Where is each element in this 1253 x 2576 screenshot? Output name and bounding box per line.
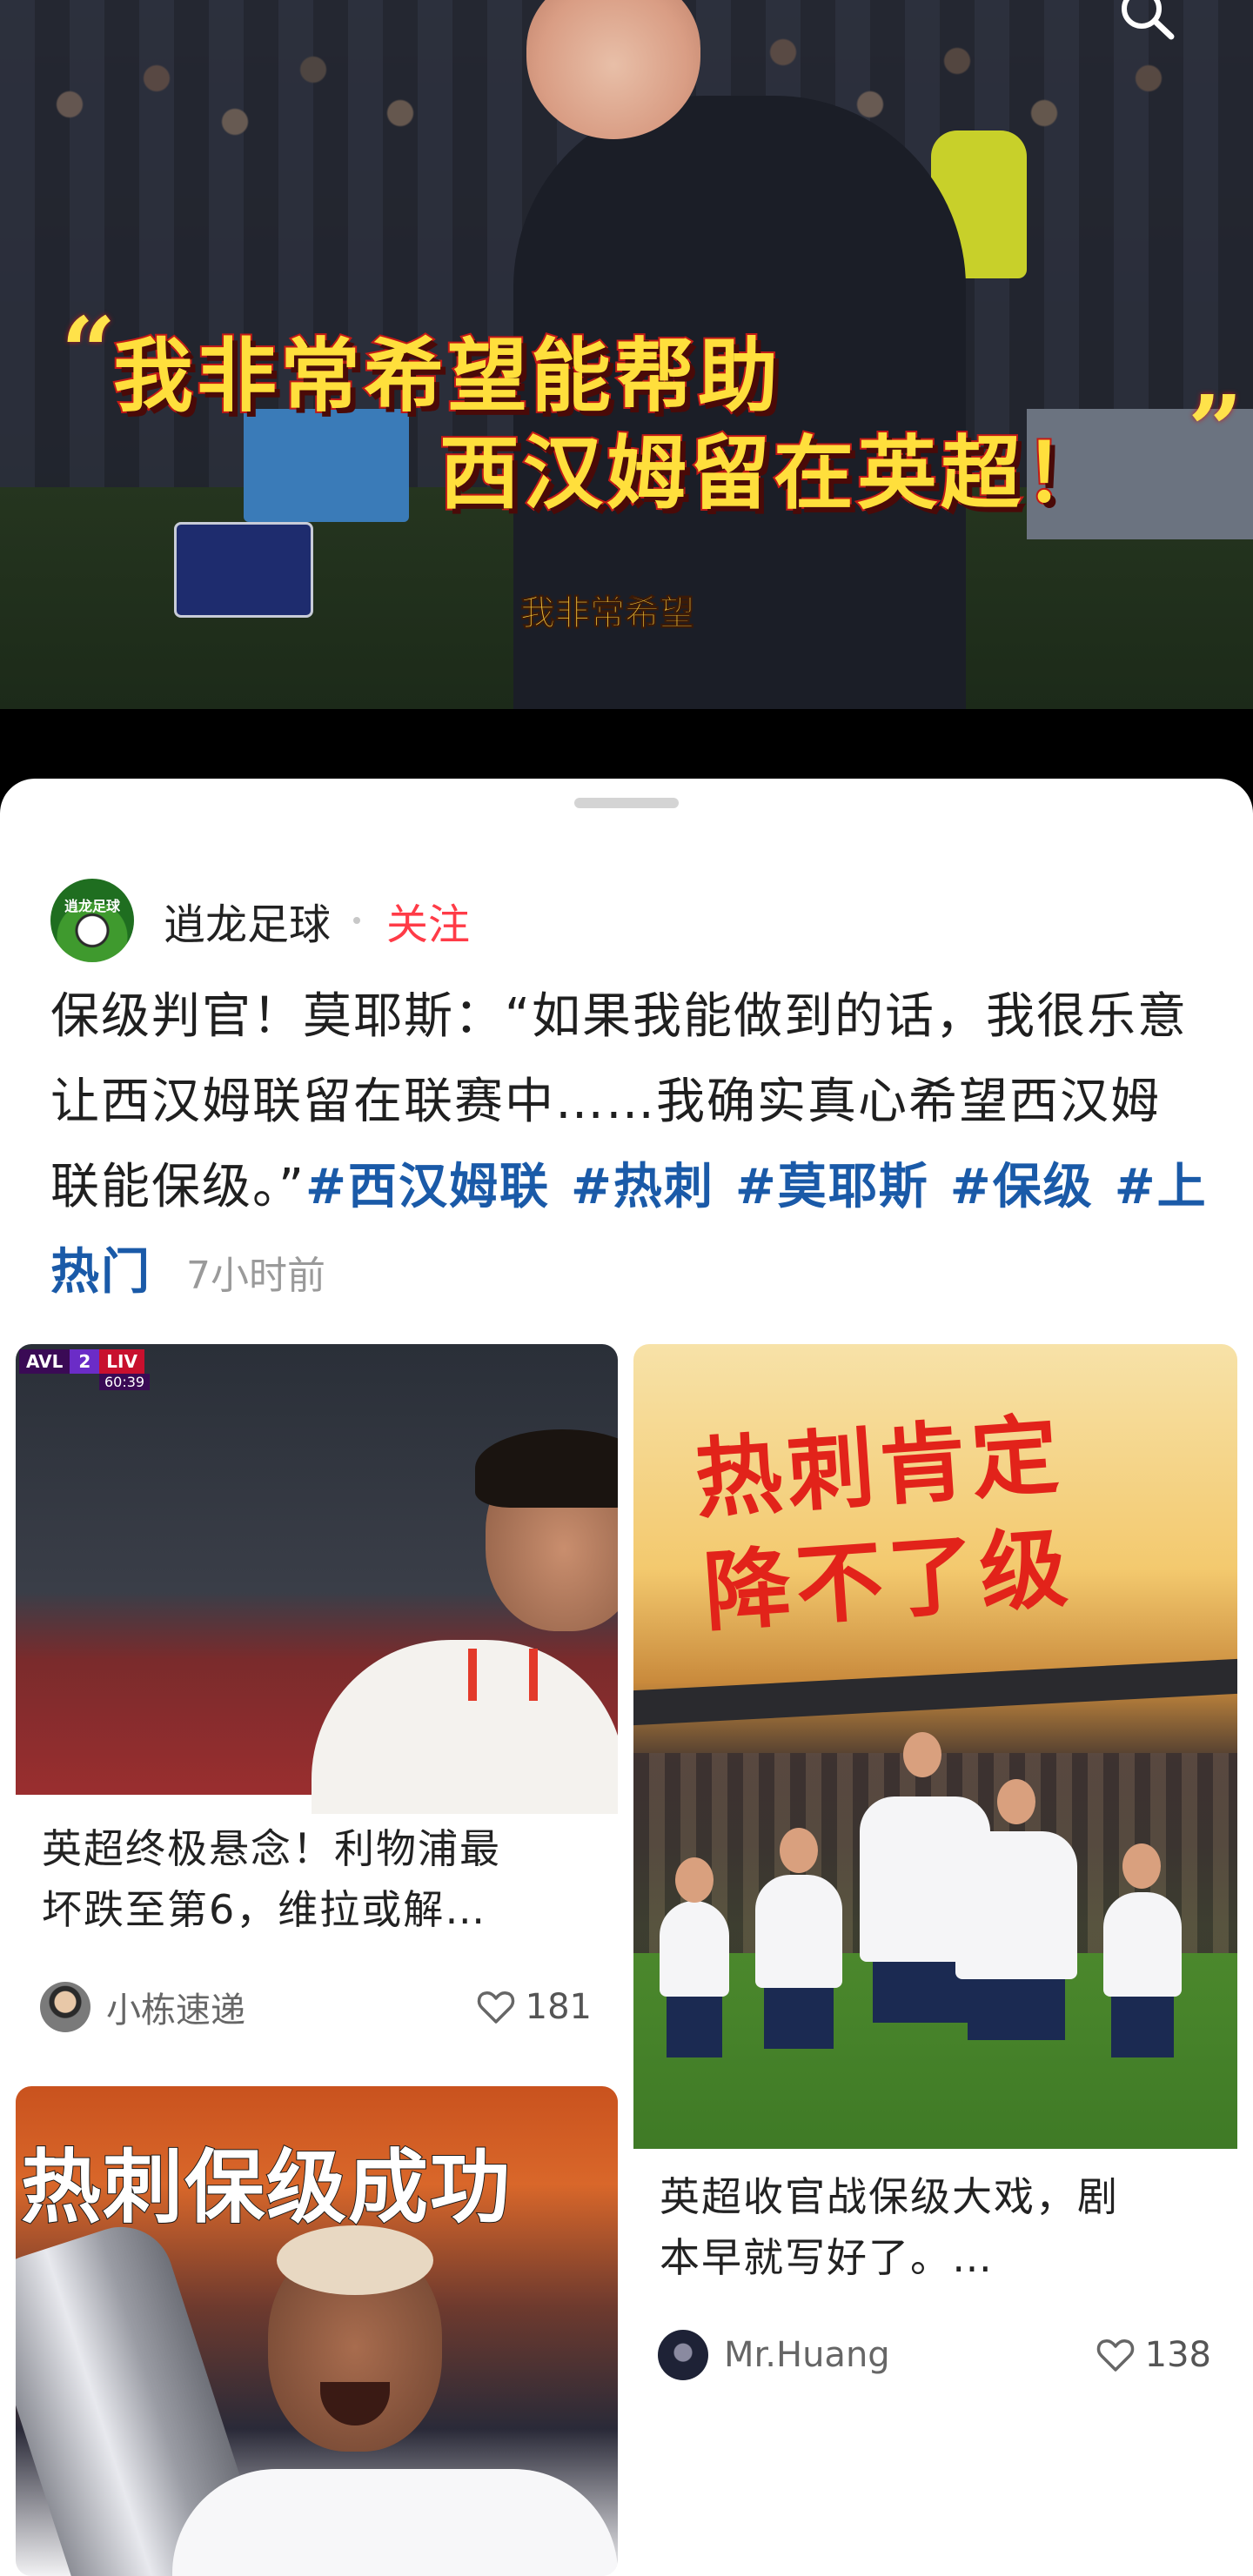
player-head xyxy=(675,1857,714,1903)
scorebug-score: 2 xyxy=(70,1349,100,1374)
scorebug-away: LIV xyxy=(99,1349,144,1374)
card-1-thumbnail: AVL 2 LIV 60:39 xyxy=(16,1344,618,1814)
hashtag-moyes-part2: 斯 xyxy=(878,1159,929,1215)
card-1-author[interactable]: 小栋速递 xyxy=(106,1982,475,2032)
card-3-thumbnail: 热刺保级成功 xyxy=(16,2086,618,2576)
card-1-meta: 小栋速递 181 xyxy=(40,1979,592,2035)
search-button[interactable] xyxy=(1107,0,1185,47)
avatar-logo-text: 逍龙足球 xyxy=(64,898,120,914)
card-2-caption-line2: 降不了级 xyxy=(700,1516,1076,1644)
hashtag-moyes-part1: #莫耶 xyxy=(734,1159,879,1215)
scorebug-home: AVL xyxy=(19,1349,70,1374)
feed-card-3[interactable]: 热刺保级成功 xyxy=(16,2086,618,2576)
card-2-title-line2: 本早就写好了。… xyxy=(660,2234,994,2281)
card-2-author[interactable]: Mr.Huang xyxy=(724,2335,1095,2375)
post-author-row: 逍龙足球 逍龙足球 关注 xyxy=(50,879,470,962)
author-avatar[interactable]: 逍龙足球 xyxy=(50,879,134,962)
feed-card-1[interactable]: AVL 2 LIV 60:39 英超终极悬念！利物浦最 坏跌至第6，维拉或解… … xyxy=(16,1344,618,2084)
search-icon xyxy=(1122,0,1175,40)
player-head xyxy=(997,1779,1035,1824)
scorebug: AVL 2 LIV xyxy=(19,1348,144,1375)
card-1-title-line2: 坏跌至第6，维拉或解… xyxy=(42,1886,487,1933)
player-figure xyxy=(1103,1892,1182,2057)
quote-close: ” xyxy=(1188,374,1243,486)
card-2-thumbnail: 热刺肯定 降不了级 xyxy=(633,1344,1237,2149)
hashtag-moyes[interactable]: #莫耶斯 xyxy=(735,1159,929,1215)
card-3-caption: 热刺保级成功 xyxy=(20,2140,513,2235)
player-hair xyxy=(475,1429,618,1508)
quote-open: “ xyxy=(61,296,117,408)
card-1-author-avatar[interactable] xyxy=(40,1982,90,2032)
player-head xyxy=(1122,1843,1161,1889)
card-2-author-avatar[interactable] xyxy=(658,2330,708,2380)
card-1-like-count: 181 xyxy=(525,1987,592,2027)
player-kit xyxy=(172,2469,618,2576)
player-figure xyxy=(660,1901,729,2057)
shirt-trim xyxy=(468,1649,538,1701)
hashtag-spurs[interactable]: #热刺 xyxy=(571,1159,714,1215)
player-head xyxy=(780,1828,818,1873)
sheet-drag-handle[interactable] xyxy=(574,798,679,808)
sideline-board xyxy=(174,522,313,618)
separator-dot xyxy=(353,917,361,924)
stadium-roof xyxy=(633,1658,1237,1726)
player-figure xyxy=(755,1875,842,2049)
player-figure xyxy=(955,1831,1077,2040)
card-2-title: 英超收官战保级大戏，剧 本早就写好了。… xyxy=(660,2166,1119,2288)
card-2-title-line1: 英超收官战保级大戏，剧 xyxy=(660,2173,1119,2220)
feed-card-2[interactable]: 热刺肯定 降不了级 英超收官战保级大戏，剧 本早就写好了。… Mr.Huang … xyxy=(633,1344,1237,2421)
author-name[interactable]: 逍龙足球 xyxy=(164,890,331,951)
video-headline-line2: 西汉姆留在英超！ xyxy=(438,425,1109,522)
scorebug-clock: 60:39 xyxy=(99,1374,151,1390)
post-body: 保级判官！莫耶斯：“如果我能做到的话，我很乐意让西汉姆联留在联赛中……我确实真心… xyxy=(50,974,1208,1319)
card-2-like-count: 138 xyxy=(1144,2335,1211,2375)
video-player[interactable]: “ 我非常希望能帮助 西汉姆留在英超！ ” 我非常希望 xyxy=(0,0,1253,709)
post-timestamp: 7小时前 xyxy=(186,1254,325,1298)
follow-button[interactable]: 关注 xyxy=(386,890,470,951)
video-subtitle: 我非常希望 xyxy=(520,593,695,634)
comment-sheet: 逍龙足球 逍龙足球 关注 保级判官！莫耶斯：“如果我能做到的话，我很乐意让西汉姆… xyxy=(0,779,1253,2576)
hashtag-relegation[interactable]: #保级 xyxy=(950,1159,1094,1215)
card-2-meta: Mr.Huang 138 xyxy=(658,2327,1211,2383)
card-1-title-line1: 英超终极悬念！利物浦最 xyxy=(42,1825,501,1872)
heart-icon[interactable] xyxy=(475,1986,517,2028)
hashtag-westham[interactable]: #西汉姆联 xyxy=(305,1159,550,1215)
heart-icon[interactable] xyxy=(1095,2334,1136,2376)
player-head xyxy=(903,1732,941,1777)
card-1-title: 英超终极悬念！利物浦最 坏跌至第6，维拉或解… xyxy=(42,1818,501,1940)
player-shirt xyxy=(312,1640,618,1814)
